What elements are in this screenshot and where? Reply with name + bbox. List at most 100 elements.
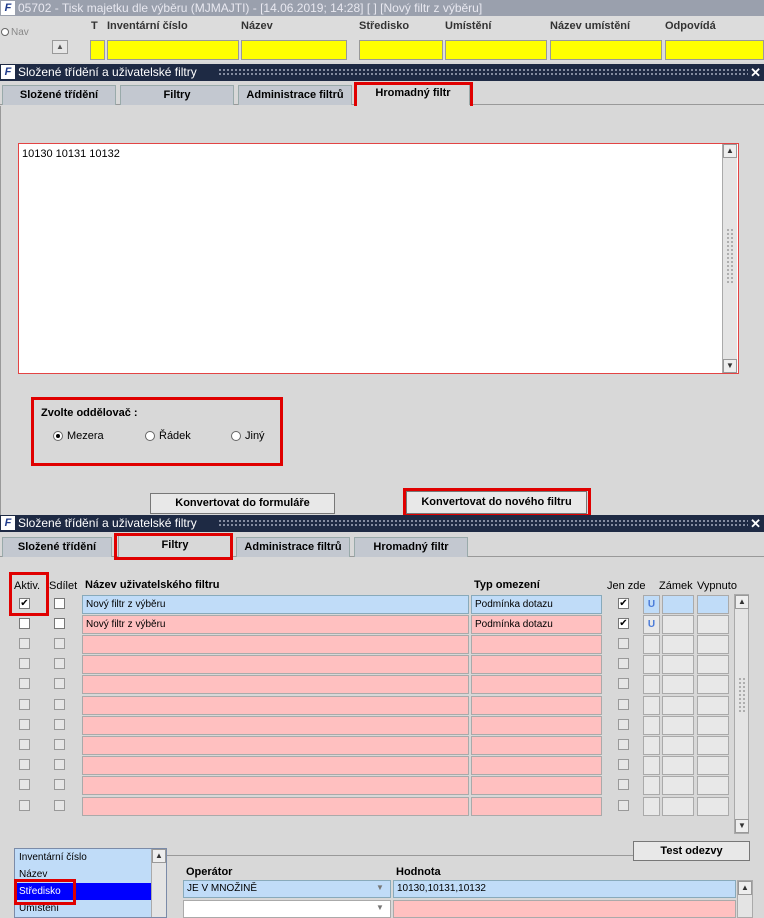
- vypnuto-cell[interactable]: [697, 615, 729, 634]
- jen-zde-checkbox[interactable]: [618, 800, 629, 811]
- filter-name-cell[interactable]: [82, 776, 469, 795]
- field-list-item[interactable]: Název: [15, 866, 151, 883]
- filter-name-cell[interactable]: [82, 756, 469, 775]
- zamek-cell[interactable]: [662, 756, 694, 775]
- jen-zde-checkbox[interactable]: [618, 699, 629, 710]
- scroll-grip[interactable]: [726, 228, 734, 284]
- vypnuto-cell[interactable]: [697, 756, 729, 775]
- aktiv-checkbox[interactable]: [19, 638, 30, 649]
- scroll-grip[interactable]: [738, 677, 746, 713]
- aktiv-checkbox[interactable]: [19, 658, 30, 669]
- field-list[interactable]: Inventární číslo Název Středisko Umístěn…: [14, 848, 167, 918]
- jen-zde-checkbox[interactable]: [618, 658, 629, 669]
- filter-type-cell[interactable]: [471, 696, 602, 715]
- u-indicator[interactable]: [643, 675, 660, 694]
- aktiv-checkbox[interactable]: ✔: [19, 598, 30, 609]
- zamek-cell[interactable]: [662, 776, 694, 795]
- u-indicator[interactable]: [643, 696, 660, 715]
- tab-slozene-trideni[interactable]: Složené třídění: [2, 85, 116, 105]
- tab-administrace-filtru[interactable]: Administrace filtrů: [238, 85, 352, 105]
- jen-zde-checkbox[interactable]: [618, 638, 629, 649]
- zamek-cell[interactable]: [662, 615, 694, 634]
- u-indicator[interactable]: U: [643, 595, 660, 614]
- filter-name-cell[interactable]: Nový filtr z výběru: [82, 615, 469, 634]
- sdilet-checkbox[interactable]: [54, 699, 65, 710]
- filter-type-cell[interactable]: Podmínka dotazu: [471, 615, 602, 634]
- chevron-down-icon[interactable]: ▼: [376, 903, 384, 912]
- jen-zde-checkbox[interactable]: ✔: [618, 618, 629, 629]
- aktiv-checkbox[interactable]: [19, 618, 30, 629]
- u-indicator[interactable]: [643, 756, 660, 775]
- bulk-filter-textarea[interactable]: 10130 10131 10132: [18, 143, 739, 374]
- scroll-up-icon[interactable]: ▲: [738, 881, 752, 895]
- vypnuto-cell[interactable]: [697, 716, 729, 735]
- close-icon[interactable]: ✕: [750, 515, 761, 532]
- sdilet-checkbox[interactable]: [54, 779, 65, 790]
- filter-name-cell[interactable]: [82, 716, 469, 735]
- aktiv-checkbox[interactable]: [19, 678, 30, 689]
- tab-hromadny-filtr[interactable]: Hromadný filtr: [356, 83, 470, 105]
- sdilet-checkbox[interactable]: [54, 598, 65, 609]
- field-list-item[interactable]: Inventární číslo: [15, 849, 151, 866]
- zamek-cell[interactable]: [662, 655, 694, 674]
- zamek-cell[interactable]: [662, 635, 694, 654]
- chevron-down-icon[interactable]: ▼: [376, 883, 384, 892]
- jen-zde-checkbox[interactable]: [618, 759, 629, 770]
- aktiv-checkbox[interactable]: [19, 699, 30, 710]
- filters-scrollbar[interactable]: ▲ ▼: [734, 594, 749, 834]
- operator-select-empty[interactable]: [183, 900, 391, 918]
- field-list-item-selected[interactable]: Středisko: [15, 883, 151, 900]
- scroll-up-icon[interactable]: ▲: [152, 849, 166, 863]
- hodnota-input[interactable]: 10130,10131,10132: [393, 880, 736, 898]
- u-indicator[interactable]: [643, 776, 660, 795]
- field-list-item[interactable]: Umístění: [15, 900, 151, 917]
- u-indicator[interactable]: [643, 736, 660, 755]
- condition-scrollbar[interactable]: ▲: [737, 880, 753, 918]
- filter-name-cell[interactable]: [82, 797, 469, 816]
- radio-mezera[interactable]: Mezera: [53, 430, 104, 442]
- filter-name-cell[interactable]: [82, 635, 469, 654]
- radio-jiny[interactable]: Jiný: [231, 430, 265, 442]
- filter-type-cell[interactable]: [471, 797, 602, 816]
- nav-button[interactable]: Nav: [1, 24, 37, 42]
- scroll-down-icon[interactable]: ▼: [735, 819, 749, 833]
- u-indicator[interactable]: [643, 655, 660, 674]
- filter-input-stredisko[interactable]: [359, 40, 443, 60]
- aktiv-checkbox[interactable]: [19, 779, 30, 790]
- field-list-scrollbar[interactable]: ▲: [151, 849, 166, 917]
- jen-zde-checkbox[interactable]: [618, 739, 629, 750]
- textarea-scrollbar[interactable]: ▲ ▼: [722, 144, 737, 373]
- filter-input-nazev[interactable]: [241, 40, 347, 60]
- jen-zde-checkbox[interactable]: ✔: [618, 598, 629, 609]
- vypnuto-cell[interactable]: [697, 776, 729, 795]
- filter-input-t[interactable]: [90, 40, 105, 60]
- filter-type-cell[interactable]: [471, 675, 602, 694]
- sdilet-checkbox[interactable]: [54, 759, 65, 770]
- vypnuto-cell[interactable]: [697, 595, 729, 614]
- operator-select[interactable]: JE V MNOŽINĚ: [183, 880, 391, 898]
- sdilet-checkbox[interactable]: [54, 719, 65, 730]
- aktiv-checkbox[interactable]: [19, 759, 30, 770]
- scroll-up-icon[interactable]: ▲: [52, 40, 68, 54]
- aktiv-checkbox[interactable]: [19, 739, 30, 750]
- sdilet-checkbox[interactable]: [54, 618, 65, 629]
- aktiv-checkbox[interactable]: [19, 719, 30, 730]
- filter-type-cell[interactable]: Podmínka dotazu: [471, 595, 602, 614]
- zamek-cell[interactable]: [662, 797, 694, 816]
- filter-name-cell[interactable]: Nový filtr z výběru: [82, 595, 469, 614]
- sdilet-checkbox[interactable]: [54, 658, 65, 669]
- zamek-cell[interactable]: [662, 716, 694, 735]
- filter-input-inventarni-cislo[interactable]: [107, 40, 239, 60]
- vypnuto-cell[interactable]: [697, 655, 729, 674]
- scroll-up-icon[interactable]: ▲: [723, 144, 737, 158]
- sdilet-checkbox[interactable]: [54, 800, 65, 811]
- aktiv-checkbox[interactable]: [19, 800, 30, 811]
- vypnuto-cell[interactable]: [697, 696, 729, 715]
- close-icon[interactable]: ✕: [750, 64, 761, 81]
- tab-filtry[interactable]: Filtry: [120, 85, 234, 105]
- filter-input-nazev-umisteni[interactable]: [550, 40, 662, 60]
- u-indicator[interactable]: [643, 635, 660, 654]
- test-odezvy-button[interactable]: Test odezvy: [633, 841, 750, 861]
- vypnuto-cell[interactable]: [697, 797, 729, 816]
- convert-to-form-button[interactable]: Konvertovat do formuláře: [150, 493, 335, 514]
